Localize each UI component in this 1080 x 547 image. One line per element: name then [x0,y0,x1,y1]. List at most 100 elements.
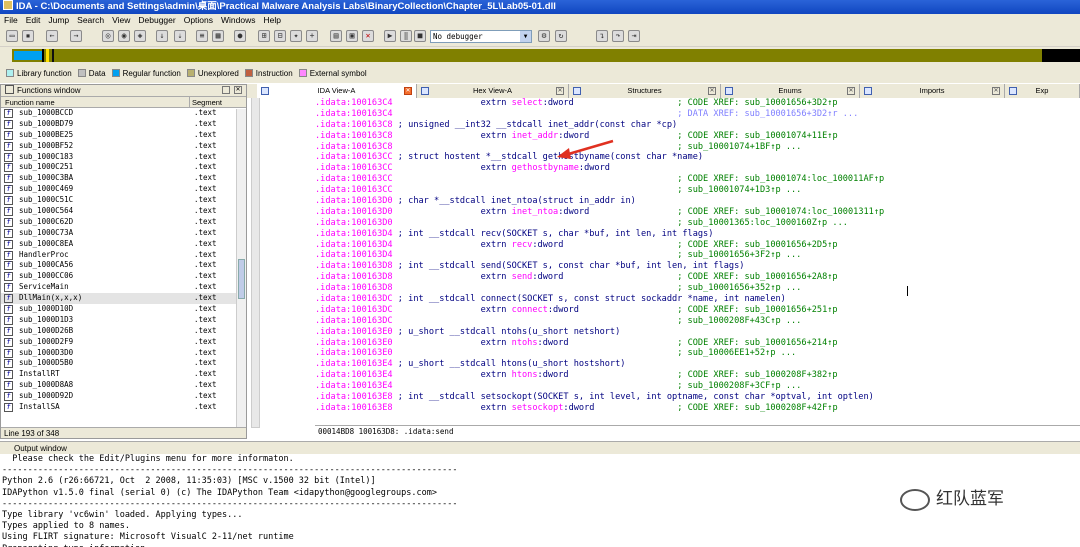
function-row[interactable]: f DllMain(x,x,x) .text [1,293,246,305]
disasm-line[interactable]: .idata:100163D8 ; sub_10001656+352↑p ... [315,283,1080,294]
disasm-line[interactable]: .idata:100163D0 ; sub_10001365:loc_10001… [315,218,1080,229]
tab-structures[interactable]: Structures ✕ [569,84,721,98]
disasm-line[interactable]: .idata:100163D4 ; int __stdcall recv(SOC… [315,229,1080,240]
function-row[interactable]: f sub_1000C564 .text [1,206,246,217]
function-row[interactable]: f sub_1000D26B .text [1,326,246,337]
function-row[interactable]: f sub_1000D8A8 .text [1,380,246,391]
pause-icon[interactable]: ‖ [400,30,412,42]
hex-icon[interactable]: ▣ [346,30,358,42]
disasm-line[interactable]: .idata:100163D4 extrn recv:dword ; CODE … [315,240,1080,251]
menu-view[interactable]: View [108,14,134,27]
back-arrow-icon[interactable]: ← [46,30,58,42]
xref-comment[interactable]: ; sub_10001365:loc_1000160Z↑p ... [677,218,848,228]
disasm-line[interactable]: .idata:100163E8 ; int __stdcall setsocko… [315,392,1080,403]
disasm-line[interactable]: .idata:100163E4 ; sub_1000208F+3CF↑p ... [315,381,1080,392]
function-row[interactable]: f sub_1000BCCD .text [1,108,246,119]
search-text-icon[interactable]: ◉ [118,30,130,42]
menu-edit[interactable]: Edit [22,14,45,27]
disasm-line[interactable]: .idata:100163D8 extrn send:dword ; CODE … [315,272,1080,283]
graph-icon[interactable]: ⊞ [258,30,270,42]
function-row[interactable]: f sub_1000D3D0 .text [1,348,246,359]
disasm-line[interactable]: .idata:100163CC ; struct hostent *__stdc… [315,152,1080,163]
function-row[interactable]: f InstallRT .text [1,369,246,380]
function-row[interactable]: f sub_1000BF52 .text [1,141,246,152]
xref-comment[interactable]: ; CODE XREF: sub_10001656+2A8↑p [677,272,837,282]
disasm-line[interactable]: .idata:100163CC ; sub_10001074+1D3↑p ... [315,185,1080,196]
function-row[interactable]: f sub_1000BE25 .text [1,130,246,141]
function-row[interactable]: f sub_1000C62D .text [1,217,246,228]
disasm-line[interactable]: .idata:100163DC ; int __stdcall connect(… [315,294,1080,305]
xref-comment[interactable]: ; CODE XREF: sub_10001656+251↑p [677,305,837,315]
function-row[interactable]: f sub_1000C469 .text [1,184,246,195]
xref-comment[interactable]: ; sub_10001656+352↑p ... [677,283,801,293]
close-icon[interactable]: ✕ [847,87,855,95]
stop-icon[interactable]: ■ [414,30,426,42]
menu-jump[interactable]: Jump [44,14,73,27]
calc-icon[interactable]: ▤ [330,30,342,42]
disasm-line[interactable]: .idata:100163E8 extrn setsockopt:dword ;… [315,403,1080,414]
xref-comment[interactable]: ; CODE XREF: sub_10001656+3D2↑p [677,98,837,108]
xref-comment[interactable]: ; CODE XREF: sub_10001074:loc_10001311↑p [677,207,884,217]
disasm-line[interactable]: .idata:100163DC ; sub_1000208F+43C↑p ... [315,316,1080,327]
run-to-cursor-icon[interactable]: ⇥ [628,30,640,42]
xref-comment[interactable]: ; sub_1000208F+43C↑p ... [677,316,801,326]
xref-icon[interactable]: ✦ [290,30,302,42]
disasm-line[interactable]: .idata:100163E0 extrn ntohs:dword ; CODE… [315,338,1080,349]
jump-icon[interactable]: ⇣ [174,30,186,42]
functions-scrollbar[interactable] [236,109,246,427]
function-row[interactable]: f InstallSA .text [1,402,246,413]
tab-enums[interactable]: Enums ✕ [721,84,860,98]
function-row[interactable]: f ServiceMain .text [1,282,246,293]
close-icon[interactable]: ✕ [992,87,1000,95]
code-icon[interactable]: ≡ [196,30,208,42]
debugger-select[interactable]: No debugger ▼ [430,30,532,43]
tab-ida-view-a[interactable]: IDA View-A ✕ [257,84,417,98]
disasm-line[interactable]: .idata:100163E4 extrn htons:dword ; CODE… [315,370,1080,381]
import-name[interactable]: recv [512,240,533,250]
import-name[interactable]: ntohs [512,338,538,348]
disasm-line[interactable]: .idata:100163D4 ; sub_10001656+3F2↑p ... [315,250,1080,261]
data-icon[interactable]: ▦ [212,30,224,42]
function-row[interactable]: f sub_1000CA56 .text [1,260,246,271]
disasm-line[interactable]: .idata:100163E0 ; sub_10006EE1+52↑p ... [315,348,1080,359]
disasm-line[interactable]: .idata:100163CC extrn gethostbyname:dwor… [315,163,1080,174]
overview-navigator[interactable] [12,49,1080,62]
disasm-line[interactable]: .idata:100163CC ; CODE XREF: sub_1000107… [315,174,1080,185]
step-into-icon[interactable]: ↴ [596,30,608,42]
import-name[interactable]: select [512,98,543,108]
function-row[interactable]: f sub_1000D2F9 .text [1,337,246,348]
step-over-icon[interactable]: ↷ [612,30,624,42]
plus-icon[interactable]: + [306,30,318,42]
menu-search[interactable]: Search [73,14,108,27]
import-name[interactable]: setsockopt [512,403,564,413]
disasm-line[interactable]: .idata:100163D0 extrn inet_ntoa:dword ; … [315,207,1080,218]
xref-comment[interactable]: ; CODE XREF: sub_1000208F+42F↑p [677,403,837,413]
import-name[interactable]: connect [512,305,548,315]
disasm-line[interactable]: .idata:100163C8 ; unsigned __int32 __std… [315,120,1080,131]
function-row[interactable]: f sub_1000D5B0 .text [1,358,246,369]
xref-comment[interactable]: ; sub_10001074+1D3↑p ... [677,185,801,195]
import-name[interactable]: inet_addr [512,131,559,141]
function-row[interactable]: f sub_1000C3BA .text [1,173,246,184]
disasm-line[interactable]: .idata:100163D8 ; int __stdcall send(SOC… [315,261,1080,272]
debug-attach-icon[interactable]: ⚙ [538,30,550,42]
disasm-line[interactable]: .idata:100163DC extrn connect:dword ; CO… [315,305,1080,316]
column-segment[interactable]: Segment [189,97,222,108]
close-icon[interactable]: ✕ [234,86,242,94]
refresh-icon[interactable]: ↻ [555,30,567,42]
menu-windows[interactable]: Windows [217,14,259,27]
xref-comment[interactable]: ; sub_10001656+3F2↑p ... [677,250,801,260]
close-icon[interactable]: ✕ [556,87,564,95]
function-row[interactable]: f sub_1000C51C .text [1,195,246,206]
import-name[interactable]: gethostbyname [512,163,579,173]
restore-icon[interactable] [222,86,230,94]
close-icon[interactable]: ✕ [708,87,716,95]
green-run-icon[interactable]: ● [234,30,246,42]
disasm-line[interactable]: .idata:100163D0 ; char *__stdcall inet_n… [315,196,1080,207]
function-row[interactable]: f sub_1000C73A .text [1,228,246,239]
xref-comment[interactable]: ; CODE XREF: sub_1000208F+382↑p [677,370,837,380]
binoculars-icon[interactable]: ◎ [102,30,114,42]
disasm-line[interactable]: .idata:100163C4 extrn select:dword ; COD… [315,98,1080,109]
disasm-line[interactable]: .idata:100163C8 extrn inet_addr:dword ; … [315,131,1080,142]
xref-comment[interactable]: ; DATA XREF: sub_10001656+3D2↑r ... [677,109,858,119]
